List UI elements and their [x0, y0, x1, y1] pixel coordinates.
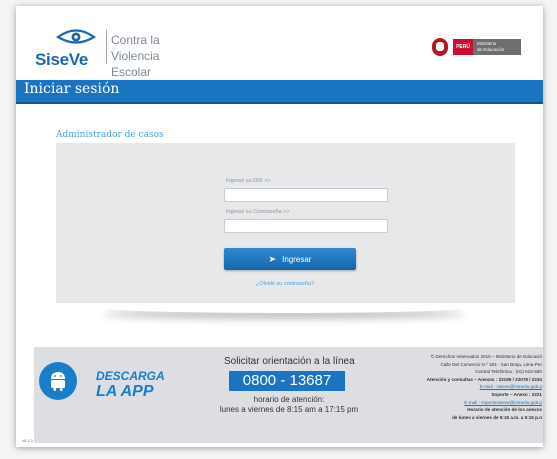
- android-app-badge[interactable]: [39, 362, 77, 400]
- ministry-line2: de Educación: [477, 47, 505, 52]
- legal-line: Central Telefónica : (01) 615-580: [475, 369, 542, 375]
- login-button[interactable]: ➤ Ingresar: [224, 248, 356, 270]
- version-label: v8.1.3: [22, 438, 33, 443]
- legal-info: © Derechos reservados 2015 – Ministerio …: [384, 353, 542, 421]
- page-frame: SiseVe Contra la Violencia Escolar PERÚ …: [16, 6, 543, 447]
- hours-block: horario de atención: lunes a viernes de …: [204, 395, 374, 415]
- ministry-logo[interactable]: PERÚ Ministerio de Educación: [432, 38, 521, 56]
- dni-label: Ingrese su DNI >>: [226, 178, 271, 184]
- ministry-badge: Ministerio de Educación: [473, 39, 521, 55]
- title-bar: Iniciar sesión: [16, 80, 543, 104]
- legal-line: Atención y consultas – Anexos : 22159 / …: [426, 376, 542, 382]
- android-icon: [51, 372, 65, 391]
- brand-subtitle-line2: Violencia Escolar: [111, 49, 160, 79]
- legal-line: © Derechos reservados 2015 – Ministerio …: [430, 354, 542, 359]
- eye-logo-icon: [56, 29, 96, 44]
- dni-input[interactable]: [224, 188, 388, 202]
- panel-shadow: [104, 303, 464, 313]
- footer: DESCARGA LA APP Solicitar orientación a …: [34, 347, 543, 443]
- section-title: Administrador de casos: [56, 130, 164, 140]
- brand-name: SiseVe: [35, 50, 89, 69]
- coat-of-arms-icon: [432, 38, 449, 56]
- hours-title: horario de atención:: [253, 395, 325, 404]
- page-title: Iniciar sesión: [24, 81, 120, 97]
- legal-line: Soporte – Anexo : 2221: [491, 391, 542, 397]
- legal-line: de lunes a viernes de 8:15 a.m. a 5:15 p…: [452, 414, 542, 420]
- brand-subtitle-line1: Contra la: [111, 33, 160, 47]
- support-email-link[interactable]: E-mail : siseve@minedu.gob.p: [384, 383, 542, 391]
- password-label: Ingrese su Contraseña >>: [226, 209, 290, 215]
- login-panel: Ingrese su DNI >> Ingrese su Contraseña …: [56, 143, 515, 303]
- siseve-logo[interactable]: SiseVe Contra la Violencia Escolar: [34, 24, 194, 79]
- orientation-label: Solicitar orientación a la línea: [224, 356, 355, 367]
- peru-badge: PERÚ: [453, 39, 473, 55]
- header: SiseVe Contra la Violencia Escolar PERÚ …: [16, 6, 543, 79]
- download-line2[interactable]: LA APP: [96, 383, 153, 401]
- login-arrow-icon: ➤: [268, 253, 277, 264]
- download-line1[interactable]: DESCARGA: [96, 369, 165, 383]
- logo-divider: [106, 30, 107, 64]
- brand-subtitle: Contra la Violencia Escolar: [111, 32, 194, 80]
- legal-line: Horario de atención de los anexos: [467, 407, 542, 413]
- support-email-link-2[interactable]: E-mail : soportesiseve@minedu.gob.p: [384, 399, 542, 407]
- forgot-password-link[interactable]: ¿Olvidó su contraseña?: [256, 281, 314, 287]
- legal-line: Calle Del Comercio N.º 193 · San Borja, …: [440, 361, 542, 367]
- hours-value: lunes a viernes de 8:15 am a 17:15 pm: [219, 405, 359, 414]
- login-button-label: Ingresar: [282, 254, 312, 264]
- helpline-phone: 0800 - 13687: [229, 371, 345, 391]
- password-input[interactable]: [224, 219, 388, 233]
